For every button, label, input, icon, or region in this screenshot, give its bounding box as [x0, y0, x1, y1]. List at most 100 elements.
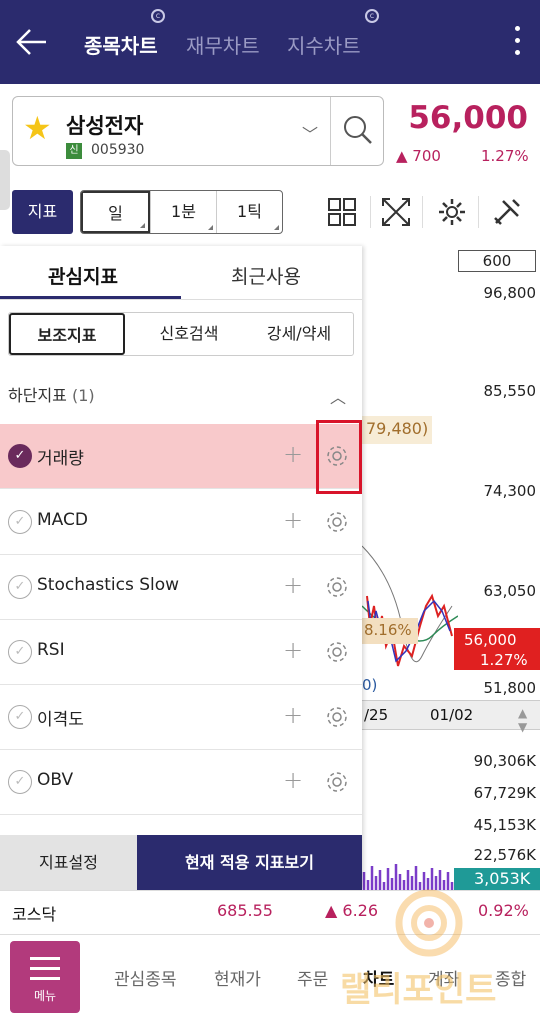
nav-current-price[interactable]: 현재가 [214, 965, 261, 990]
grid-layout-icon[interactable] [326, 196, 358, 228]
check-icon[interactable]: ✓ [8, 640, 32, 664]
price-change-pct: 1.27% [481, 147, 529, 165]
indicator-button[interactable]: 지표 [12, 190, 73, 234]
tab-stock-chart[interactable]: 종목차트 [84, 30, 158, 59]
add-icon[interactable]: + [283, 440, 303, 468]
indicator-row-volume[interactable]: ✓ 거래량 + [0, 424, 362, 489]
indicator-row-macd[interactable]: ✓ MACD + [0, 490, 362, 555]
y-axis-label: 63,050 [483, 582, 537, 600]
scroll-arrows-icon[interactable]: ▲ ▼ [518, 706, 527, 734]
current-price: 56,000 [408, 100, 528, 136]
divider [330, 97, 331, 165]
high-annotation: 79,480) [366, 419, 429, 438]
divider [478, 196, 479, 228]
divider [422, 196, 423, 228]
divider [370, 196, 371, 228]
check-icon[interactable]: ✓ [8, 575, 32, 599]
period-selector[interactable]: 일 1분 1틱 [80, 190, 283, 234]
more-menu-icon[interactable] [512, 26, 522, 60]
subtab-strength[interactable]: 강세/약세 [245, 313, 353, 355]
nav-overview[interactable]: 종합 [495, 965, 535, 990]
indicator-label: 거래량 [37, 449, 84, 469]
index-value: 685.55 [217, 901, 273, 920]
check-icon[interactable]: ✓ [8, 444, 32, 468]
group-count: (1) [71, 386, 95, 405]
tab-index-chart[interactable]: 지수차트 [287, 30, 361, 59]
settings-gear-icon[interactable] [325, 640, 349, 664]
settings-gear-icon[interactable] [325, 575, 349, 599]
back-arrow-icon[interactable] [14, 26, 48, 58]
copyright-badge-icon: c [365, 9, 379, 23]
price-chart[interactable]: 600 96,800 85,550 79,480) 74,300 63,050 … [362, 246, 540, 890]
tab-financial-chart[interactable]: 재무차트 [186, 30, 260, 59]
index-name: 코스닥 [12, 905, 57, 924]
indicator-label: RSI [37, 640, 65, 660]
drawer-handle[interactable] [0, 150, 10, 210]
credit-badge: 신 [66, 143, 82, 159]
period-1min[interactable]: 1분 [150, 191, 216, 233]
group-label: 하단지표 [8, 386, 67, 405]
low-annotation: 0) [362, 676, 378, 694]
date-label: 01/02 [430, 706, 474, 724]
index-change: ▲ 6.26 [325, 901, 379, 920]
tab-favorite-indicators[interactable]: 관심지표 [48, 262, 118, 289]
period-day[interactable]: 일 [81, 191, 150, 233]
settings-gear-icon[interactable] [325, 770, 349, 794]
period-1tick[interactable]: 1틱 [216, 191, 282, 233]
add-icon[interactable]: + [283, 571, 303, 599]
index-pct: 0.92% [478, 901, 529, 920]
indicator-settings-button[interactable]: 지표설정 [0, 835, 137, 890]
add-icon[interactable]: + [283, 766, 303, 794]
tab-recent-used[interactable]: 최근사용 [231, 262, 301, 289]
nav-watchlist[interactable]: 관심종목 [114, 965, 177, 990]
indicator-label: MACD [37, 510, 88, 530]
settings-gear-icon[interactable] [436, 196, 468, 228]
add-icon[interactable]: + [283, 701, 303, 729]
indicator-row-disparity[interactable]: ✓ 이격도 + [0, 685, 362, 750]
hamburger-icon [30, 957, 60, 960]
panel-footer: 지표설정 현재 적용 지표보기 [0, 835, 362, 890]
check-icon[interactable]: ✓ [8, 770, 32, 794]
settings-gear-icon[interactable] [325, 510, 349, 534]
fullscreen-icon[interactable] [380, 196, 412, 228]
menu-button[interactable]: 메뉴 [10, 941, 80, 1013]
highlight-box [316, 420, 362, 494]
chevron-up-icon[interactable]: ︿ [330, 384, 346, 408]
group-header[interactable]: 하단지표 (1) [8, 382, 95, 406]
watermark-text: 랠리포인트 [340, 970, 497, 1010]
active-tab-underline [0, 296, 181, 299]
search-icon[interactable] [343, 115, 373, 145]
volume-axis-label: 45,153K [473, 816, 536, 834]
volume-bars [362, 864, 454, 890]
y-axis-label: 74,300 [483, 482, 537, 500]
volume-current-tag: 3,053K [474, 869, 531, 888]
pct-annotation: 8.16% [364, 621, 412, 639]
volume-axis-label: 90,306K [473, 752, 536, 770]
subtab-bar: 보조지표 신호검색 강세/약세 [8, 312, 354, 356]
app-header: 종목차트 c 재무차트 지수차트 c [0, 0, 540, 84]
subtab-signal-search[interactable]: 신호검색 [133, 313, 245, 355]
current-pct-tag: 1.27% [480, 651, 528, 669]
settings-gear-icon[interactable] [325, 705, 349, 729]
check-icon[interactable]: ✓ [8, 705, 32, 729]
candlestick-series [362, 545, 458, 667]
subtab-auxiliary[interactable]: 보조지표 [9, 313, 125, 355]
indicator-row-rsi[interactable]: ✓ RSI + [0, 620, 362, 685]
chevron-down-icon[interactable]: ﹀ [302, 121, 318, 145]
indicator-panel: 관심지표 최근사용 보조지표 신호검색 강세/약세 하단지표 (1) ︿ ✓ 거… [0, 246, 362, 890]
view-applied-indicators-button[interactable]: 현재 적용 지표보기 [137, 835, 362, 890]
stock-code: 005930 [91, 142, 145, 158]
volume-axis-label: 22,576K [473, 846, 536, 864]
check-icon[interactable]: ✓ [8, 510, 32, 534]
visible-count-box[interactable]: 600 [458, 250, 536, 272]
y-axis-label: 96,800 [483, 284, 537, 302]
stock-selector[interactable]: ★ 삼성전자 신 005930 ﹀ [12, 96, 384, 166]
nav-order[interactable]: 주문 [297, 965, 328, 990]
indicator-row-obv[interactable]: ✓ OBV + [0, 750, 362, 815]
add-icon[interactable]: + [283, 506, 303, 534]
indicator-row-stochastics[interactable]: ✓ Stochastics Slow + [0, 555, 362, 620]
favorite-star-icon[interactable]: ★ [23, 112, 52, 144]
add-icon[interactable]: + [283, 636, 303, 664]
tools-icon[interactable] [491, 196, 523, 228]
current-price-tag: 56,000 [464, 631, 517, 649]
